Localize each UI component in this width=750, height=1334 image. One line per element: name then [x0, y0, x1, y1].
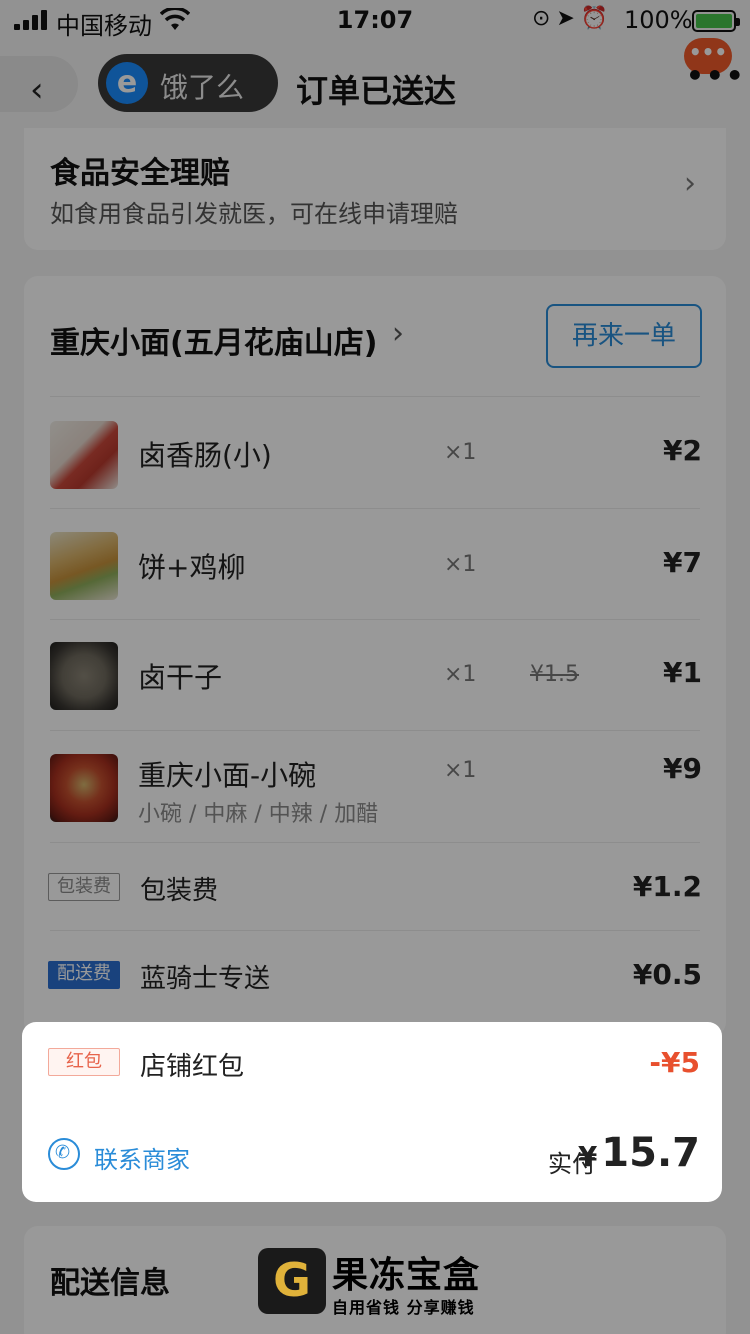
item-name: 重庆小面-小碗 — [138, 759, 317, 792]
fee-value: ¥0.5 — [632, 958, 702, 991]
watermark-logo-icon: G — [258, 1248, 326, 1314]
food-safety-card[interactable]: 食品安全理赔 如食用食品引发就医，可在线申请理赔 › — [24, 128, 726, 250]
delivery-fee-tag: 配送费 — [48, 961, 120, 989]
reorder-button[interactable]: 再来一单 — [546, 304, 702, 368]
divider — [50, 396, 700, 397]
currency-symbol: ¥ — [577, 1140, 598, 1173]
food-thumbnail — [50, 642, 118, 710]
item-name: 卤干子 — [138, 661, 223, 694]
item-price: ¥9 — [663, 752, 702, 785]
paid-total: ¥15.7 — [578, 1130, 700, 1176]
more-button[interactable]: ••• ••• — [682, 38, 744, 90]
divider — [50, 842, 700, 843]
divider — [50, 619, 700, 620]
item-original-price: ¥1.5 — [530, 662, 579, 687]
contact-merchant-link[interactable]: 联系商家 — [94, 1140, 190, 1175]
packing-fee-tag: 包装费 — [48, 873, 120, 901]
order-card: 重庆小面(五月花庙山店) › 再来一单 卤香肠(小) ×1 ¥2 饼+鸡柳 ×1… — [24, 276, 726, 1036]
fee-label: 蓝骑士专送 — [140, 964, 271, 994]
item-spec: 小碗 / 中麻 / 中辣 / 加醋 — [138, 802, 379, 827]
delivery-info-title: 配送信息 — [50, 1266, 170, 1301]
food-thumbnail — [50, 421, 118, 489]
item-name: 卤香肠(小) — [138, 439, 272, 472]
food-safety-subtitle: 如食用食品引发就医，可在线申请理赔 — [50, 200, 458, 228]
fee-value: ¥1.2 — [632, 870, 702, 903]
battery-percent: 100% — [624, 6, 693, 34]
fee-label: 包装费 — [140, 876, 219, 906]
status-icons: ⊙➤⏰ — [532, 6, 615, 31]
food-safety-title: 食品安全理赔 — [50, 156, 230, 191]
page-title: 订单已送达 — [296, 72, 457, 110]
chevron-left-icon: ‹ — [30, 70, 44, 110]
item-qty: ×1 — [444, 758, 477, 783]
payment-summary-card: 红包 店铺红包 -¥5 ✆ 联系商家 实付 ¥15.7 — [22, 1022, 722, 1202]
watermark-name: 果冻宝盒 — [332, 1255, 481, 1296]
item-qty: ×1 — [444, 440, 477, 465]
item-name: 饼+鸡柳 — [138, 551, 246, 584]
nav-bar: ‹ e 饿了么 订单已送达 ••• ••• — [0, 38, 750, 128]
item-qty: ×1 — [444, 552, 477, 577]
redpack-label: 店铺红包 — [140, 1052, 245, 1082]
eleme-logo-icon: e — [106, 62, 148, 104]
chevron-right-icon[interactable]: › — [392, 316, 404, 351]
app-name: 饿了么 — [160, 71, 245, 104]
watermark-slogan: 自用省钱 分享赚钱 — [332, 1298, 475, 1317]
item-qty: ×1 — [444, 662, 477, 687]
battery-icon — [692, 10, 740, 32]
paid-amount: 15.7 — [601, 1130, 700, 1176]
divider — [50, 730, 700, 731]
more-dots-icon: ••• — [686, 59, 746, 92]
food-thumbnail — [50, 754, 118, 822]
redpack-tag: 红包 — [48, 1048, 120, 1076]
item-price: ¥2 — [663, 434, 702, 467]
chevron-right-icon: › — [684, 166, 696, 201]
divider — [50, 508, 700, 509]
watermark: G 果冻宝盒 自用省钱 分享赚钱 — [258, 1246, 498, 1317]
shop-name[interactable]: 重庆小面(五月花庙山店) — [50, 318, 377, 362]
redpack-value: -¥5 — [649, 1046, 700, 1079]
status-bar: 中国移动 17:07 ⊙➤⏰ 100% — [0, 0, 750, 40]
app-badge[interactable]: e 饿了么 — [98, 54, 278, 112]
food-thumbnail — [50, 532, 118, 600]
phone-icon[interactable]: ✆ — [48, 1138, 80, 1170]
item-price: ¥7 — [663, 546, 702, 579]
divider — [50, 930, 700, 931]
item-price: ¥1 — [663, 656, 702, 689]
back-button[interactable]: ‹ — [0, 56, 78, 112]
